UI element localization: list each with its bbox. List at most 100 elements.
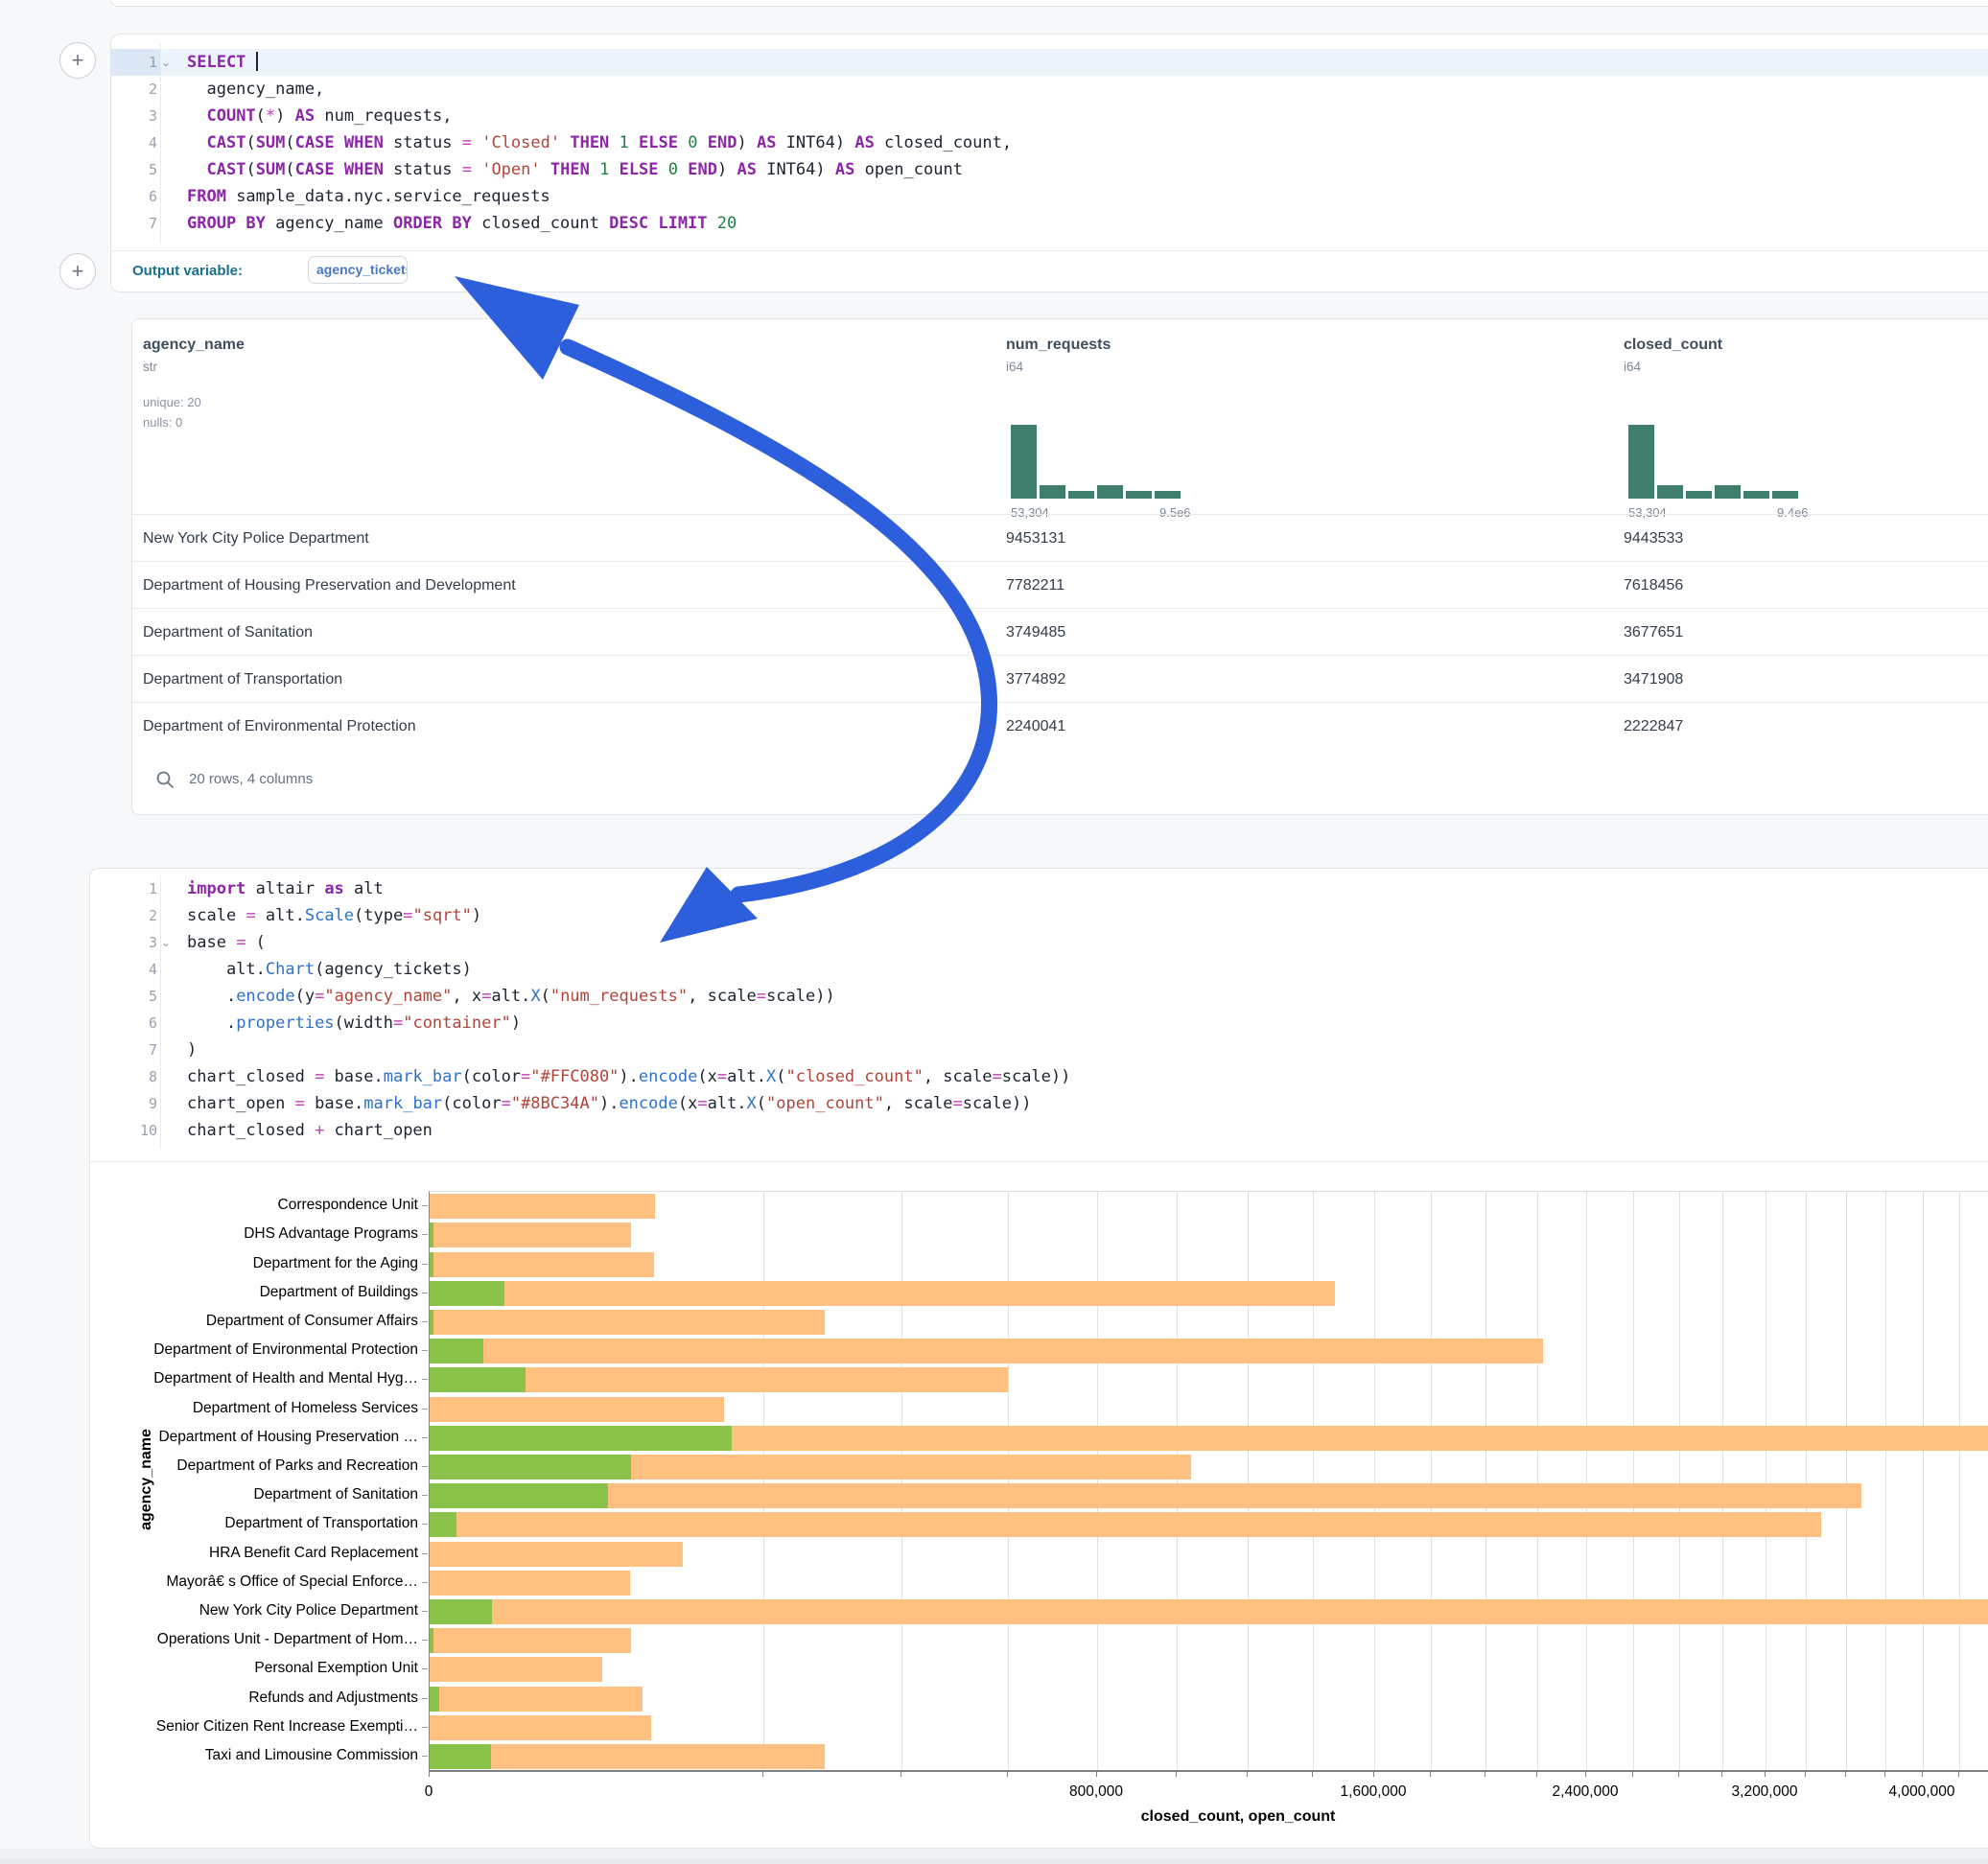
y-axis-label: Senior Citizen Rent Increase Exempti…	[156, 1718, 418, 1736]
y-axis-label: Department for the Aging	[253, 1255, 418, 1272]
x-axis-tick	[900, 1770, 901, 1777]
column-header-agency-name[interactable]: agency_name str unique: 20 nulls: 0	[143, 337, 245, 430]
column-nulls: nulls: 0	[143, 415, 245, 430]
y-axis-tick	[422, 1205, 428, 1206]
table-row-count: 20 rows, 4 columns	[189, 771, 313, 787]
table-row[interactable]: Department of Housing Preservation and D…	[132, 561, 1988, 609]
table-row[interactable]: Department of Environmental Protection22…	[132, 702, 1988, 750]
x-axis-tick-label: 4,000,000	[1889, 1783, 1955, 1801]
y-axis-label: Operations Unit - Department of Hom…	[157, 1631, 418, 1648]
x-axis-tick	[1312, 1770, 1313, 1777]
code-line[interactable]: import altair as alt	[187, 875, 1988, 902]
add-cell-button-output[interactable]: +	[59, 253, 96, 290]
bar-closed-count	[430, 1628, 631, 1653]
line-number: 9	[111, 1090, 157, 1117]
x-axis-tick	[1805, 1770, 1806, 1777]
search-icon[interactable]	[155, 770, 175, 794]
y-axis-label: New York City Police Department	[199, 1602, 418, 1619]
column-name: num_requests	[1006, 337, 1620, 354]
code-line[interactable]: )	[187, 1037, 1988, 1063]
y-axis-tick	[422, 1234, 428, 1235]
column-header-num-requests[interactable]: num_requests i64 53,304 9.5e6	[1006, 337, 1620, 374]
bar-closed-count	[430, 1194, 655, 1219]
code-line[interactable]: CAST(SUM(CASE WHEN status = 'Open' THEN …	[187, 156, 1988, 183]
result-table-card: agency_name str unique: 20 nulls: 0 num_…	[131, 318, 1988, 815]
output-variable-pill[interactable]: agency_tickets	[308, 256, 408, 284]
y-axis-label: Refunds and Adjustments	[248, 1689, 418, 1707]
add-cell-button-top[interactable]: +	[59, 42, 96, 79]
bar-closed-count	[430, 1339, 1543, 1363]
code-line[interactable]: .encode(y="agency_name", x=alt.X("num_re…	[187, 983, 1988, 1010]
table-row[interactable]: Department of Sanitation37494853677651	[132, 608, 1988, 656]
gridline	[1586, 1192, 1587, 1771]
column-type: str	[143, 360, 245, 374]
code-line[interactable]: .properties(width="container")	[187, 1010, 1988, 1037]
y-axis-tick	[422, 1553, 428, 1554]
code-line[interactable]: base = (	[187, 929, 1988, 956]
python-editor[interactable]: 1import altair as alt2scale = alt.Scale(…	[111, 875, 1988, 1149]
cell-num-requests: 2240041	[1006, 703, 1065, 750]
line-number: 4	[111, 129, 157, 156]
cell-agency-name: Department of Housing Preservation and D…	[143, 562, 516, 609]
bar-open-count	[430, 1426, 732, 1451]
bar-open-count	[430, 1687, 439, 1712]
bar-closed-count	[430, 1252, 654, 1277]
bar-closed-count	[430, 1657, 602, 1682]
y-axis-tick	[422, 1698, 428, 1699]
column-unique: unique: 20	[143, 395, 245, 409]
column-header-closed-count[interactable]: closed_count i64 53,304 9.4e6	[1624, 337, 1988, 374]
y-axis-label: Taxi and Limousine Commission	[205, 1747, 418, 1764]
code-line[interactable]: chart_open = base.mark_bar(color="#8BC34…	[187, 1090, 1988, 1117]
histogram-bar	[1097, 485, 1123, 499]
code-line[interactable]: agency_name,	[187, 76, 1988, 103]
code-line[interactable]: alt.Chart(agency_tickets)	[187, 956, 1988, 983]
bar-open-count	[430, 1367, 526, 1392]
cell-num-requests: 3774892	[1006, 656, 1065, 703]
fold-chevron-icon[interactable]: ⌄	[161, 56, 171, 69]
sql-editor[interactable]: 1⌄SELECT 2 agency_name,3 COUNT(*) AS num…	[111, 49, 1988, 237]
bar-open-count	[430, 1252, 433, 1277]
table-row[interactable]: Department of Transportation377489234719…	[132, 655, 1988, 703]
bar-closed-count	[430, 1542, 683, 1567]
cell-num-requests: 3749485	[1006, 609, 1065, 656]
histogram-bar	[1657, 485, 1683, 499]
gridline	[1537, 1192, 1538, 1771]
line-number: 3	[111, 103, 157, 129]
bar-closed-count	[430, 1599, 1988, 1624]
column-type: i64	[1006, 360, 1620, 374]
bar-open-count	[430, 1281, 504, 1306]
code-line[interactable]: COUNT(*) AS num_requests,	[187, 103, 1988, 129]
code-line[interactable]: scale = alt.Scale(type="sqrt")	[187, 902, 1988, 929]
histogram-bar	[1040, 485, 1065, 499]
histogram-bar	[1743, 491, 1769, 499]
fold-chevron-icon[interactable]: ⌄	[161, 936, 171, 949]
bar-open-count	[430, 1628, 433, 1653]
code-line[interactable]: chart_closed + chart_open	[187, 1117, 1988, 1144]
gridline	[1846, 1192, 1847, 1771]
x-axis-tick	[1585, 1770, 1586, 1777]
x-axis-tick	[1958, 1770, 1959, 1777]
code-line[interactable]: chart_closed = base.mark_bar(color="#FFC…	[187, 1063, 1988, 1090]
gridline	[901, 1192, 902, 1771]
code-line[interactable]: GROUP BY agency_name ORDER BY closed_cou…	[187, 210, 1988, 237]
y-axis-label: Department of Buildings	[260, 1284, 418, 1301]
gridline	[1923, 1192, 1924, 1771]
cell-closed-count: 2222847	[1624, 703, 1683, 750]
code-line[interactable]: FROM sample_data.nyc.service_requests	[187, 183, 1988, 210]
y-axis-label: Department of Sanitation	[254, 1486, 418, 1503]
bar-open-count	[430, 1339, 483, 1363]
code-line[interactable]: SELECT	[187, 49, 1988, 76]
table-row[interactable]: New York City Police Department945313194…	[132, 514, 1988, 562]
histogram-num-requests	[1011, 425, 1183, 499]
bar-closed-count	[430, 1512, 1821, 1537]
line-number: 8	[111, 1063, 157, 1090]
histogram-bar	[1126, 491, 1152, 499]
code-line[interactable]: CAST(SUM(CASE WHEN status = 'Closed' THE…	[187, 129, 1988, 156]
y-axis-tick	[422, 1264, 428, 1265]
histogram-bar	[1628, 425, 1654, 499]
column-name: agency_name	[143, 337, 245, 354]
y-axis-label: Department of Health and Mental Hyg…	[153, 1370, 418, 1387]
table-rows: New York City Police Department945313194…	[132, 514, 1988, 749]
bar-closed-count	[430, 1310, 825, 1335]
column-name: closed_count	[1624, 337, 1988, 354]
